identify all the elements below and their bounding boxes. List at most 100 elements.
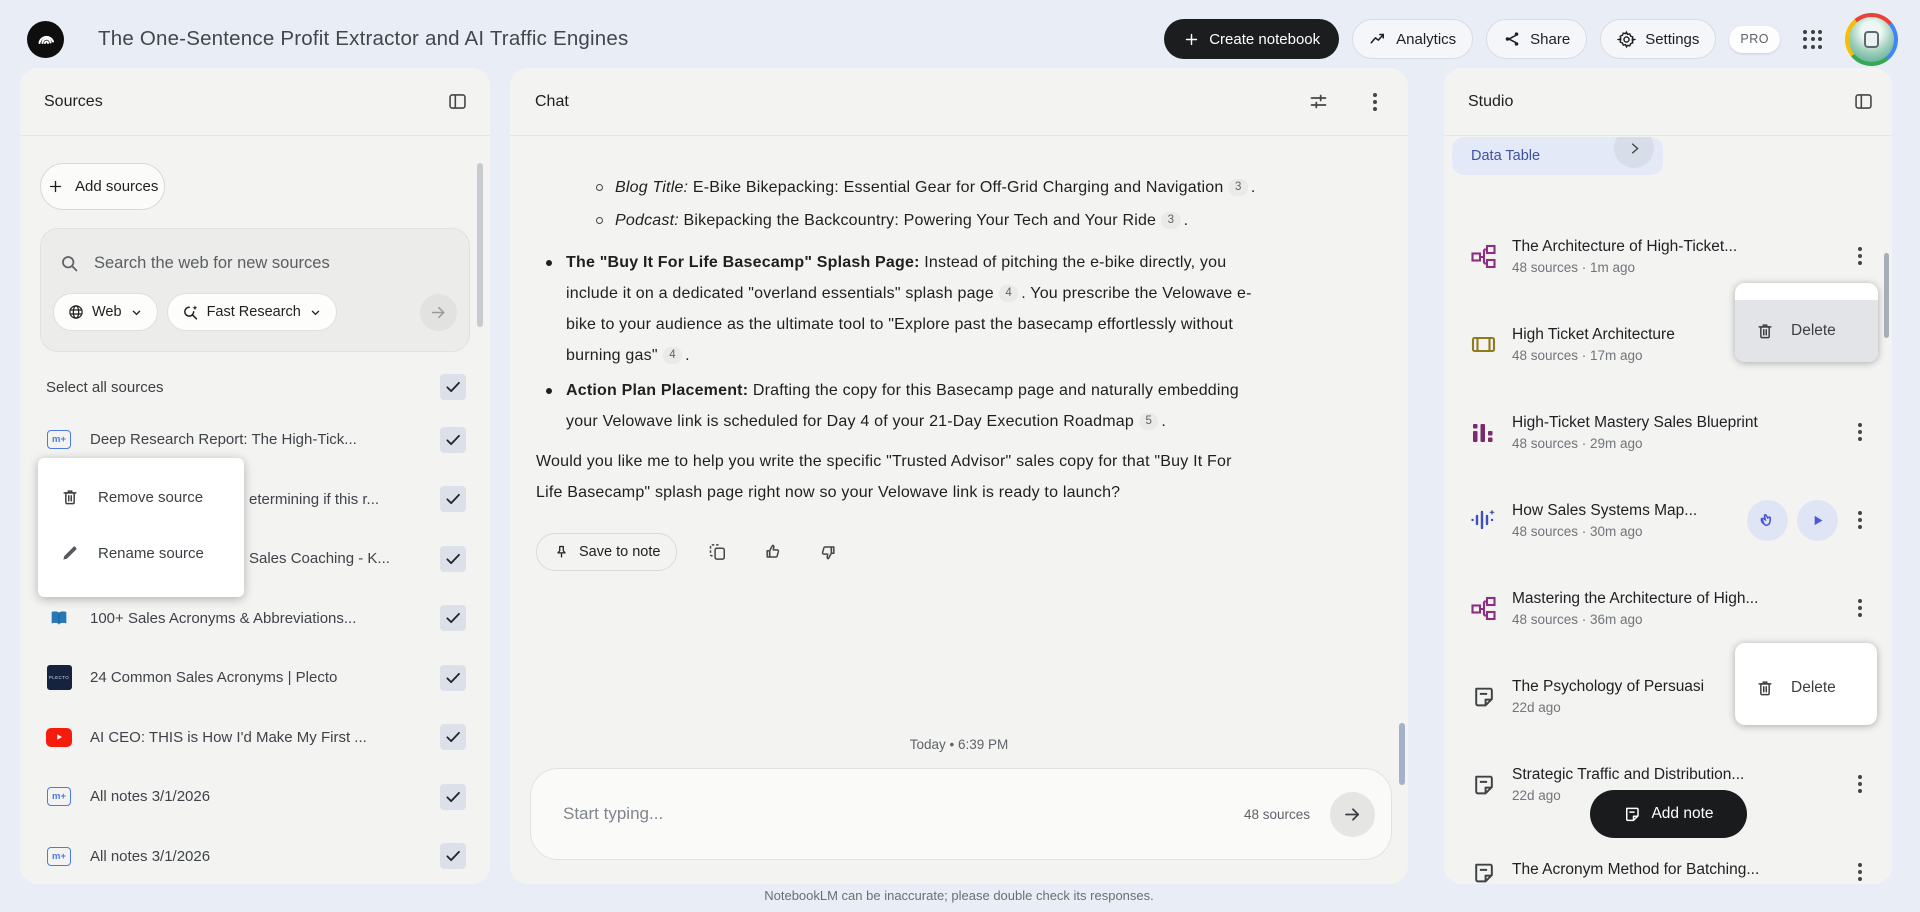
panel-collapse-icon bbox=[447, 91, 468, 112]
interactive-mode-button[interactable] bbox=[1747, 500, 1788, 541]
notes-source-icon: m+ bbox=[46, 847, 72, 866]
share-icon bbox=[1503, 30, 1521, 48]
delete-menu-item[interactable]: Delete bbox=[1735, 300, 1878, 362]
note-icon bbox=[1468, 684, 1498, 709]
send-arrow-icon bbox=[1342, 804, 1363, 825]
panel-collapse-icon bbox=[1853, 91, 1874, 112]
add-sources-button[interactable]: Add sources bbox=[40, 163, 165, 210]
chat-scrollbar-thumb[interactable] bbox=[1399, 723, 1405, 785]
user-avatar[interactable] bbox=[1845, 13, 1898, 66]
studio-scrollbar-thumb[interactable] bbox=[1884, 253, 1889, 338]
studio-item-menu-button[interactable] bbox=[1852, 769, 1868, 799]
citation-chip[interactable]: 5 bbox=[1139, 413, 1158, 430]
chat-panel-title: Chat bbox=[535, 93, 569, 111]
studio-delete-menu: Delete bbox=[1735, 283, 1878, 362]
studio-item-menu-button[interactable] bbox=[1852, 593, 1868, 623]
play-audio-button[interactable] bbox=[1797, 500, 1838, 541]
source-checkbox[interactable] bbox=[440, 784, 466, 810]
send-message-button[interactable] bbox=[1330, 792, 1375, 837]
thumbs-up-button[interactable] bbox=[759, 538, 787, 566]
header-actions: Create notebook Analytics Share Settings… bbox=[1164, 13, 1898, 66]
source-checkbox[interactable] bbox=[440, 724, 466, 750]
chat-settings-button[interactable] bbox=[1304, 87, 1333, 116]
rename-source-menu-item[interactable]: Rename source bbox=[38, 525, 244, 581]
analytics-button[interactable]: Analytics bbox=[1352, 19, 1473, 59]
chat-sub-bullet: Podcast: Bikepacking the Backcountry: Po… bbox=[536, 205, 1256, 236]
submit-search-button[interactable] bbox=[420, 294, 457, 331]
pro-badge: PRO bbox=[1729, 26, 1780, 53]
chat-sub-bullet: Blog Title: E-Bike Bikepacking: Essentia… bbox=[536, 172, 1256, 203]
bar-chart-icon bbox=[1468, 419, 1498, 445]
thumbs-down-icon bbox=[818, 542, 838, 562]
save-to-note-button[interactable]: Save to note bbox=[536, 533, 677, 571]
chevron-right-icon bbox=[1627, 141, 1642, 156]
source-checkbox[interactable] bbox=[440, 843, 466, 869]
audio-waveform-icon bbox=[1468, 506, 1498, 534]
source-row[interactable]: m+ All notes 3/1/2026 bbox=[20, 767, 490, 827]
source-row[interactable]: PLECTO 24 Common Sales Acronyms | Plecto bbox=[20, 648, 490, 708]
apps-grid-icon bbox=[1803, 30, 1822, 49]
studio-item-row[interactable]: High-Ticket Mastery Sales Blueprint48 so… bbox=[1444, 388, 1892, 476]
select-all-checkbox[interactable] bbox=[440, 374, 466, 400]
copy-response-button[interactable] bbox=[704, 538, 732, 566]
chevron-down-icon bbox=[129, 305, 144, 320]
date-divider: Today • 6:39 PM bbox=[510, 737, 1408, 752]
studio-panel-header: Studio bbox=[1444, 68, 1892, 136]
citation-chip[interactable]: 3 bbox=[1228, 179, 1247, 196]
notebook-title[interactable]: The One-Sentence Profit Extractor and AI… bbox=[98, 27, 628, 51]
source-checkbox[interactable] bbox=[440, 427, 466, 453]
sources-count-label: 48 sources bbox=[1244, 807, 1310, 822]
studio-item-menu-button[interactable] bbox=[1852, 505, 1868, 535]
citation-chip[interactable]: 4 bbox=[999, 285, 1018, 302]
source-checkbox[interactable] bbox=[440, 486, 466, 512]
studio-item-row[interactable]: Mastering the Architecture of High...48 … bbox=[1444, 564, 1892, 652]
trash-icon bbox=[60, 487, 80, 507]
add-note-button[interactable]: Add note bbox=[1590, 790, 1747, 838]
remove-source-menu-item[interactable]: Remove source bbox=[38, 469, 244, 525]
studio-item-menu-button[interactable] bbox=[1852, 241, 1868, 271]
sources-scrollbar-thumb[interactable] bbox=[477, 163, 483, 327]
source-row[interactable]: m+ All notes 3/1/2026 bbox=[20, 827, 490, 885]
source-row[interactable]: AI CEO: THIS is How I'd Make My First ..… bbox=[20, 708, 490, 768]
collapse-studio-panel-button[interactable] bbox=[1849, 87, 1878, 116]
search-sources-input[interactable] bbox=[92, 253, 451, 274]
top-header: The One-Sentence Profit Extractor and AI… bbox=[0, 0, 1920, 78]
chat-message-input[interactable] bbox=[561, 803, 1244, 825]
trash-icon bbox=[1755, 678, 1775, 698]
citation-chip[interactable]: 4 bbox=[663, 347, 682, 364]
hollow-bullet-icon bbox=[596, 184, 603, 191]
web-filter-chip[interactable]: Web bbox=[53, 293, 158, 331]
source-checkbox[interactable] bbox=[440, 665, 466, 691]
search-icon bbox=[59, 253, 80, 274]
source-checkbox[interactable] bbox=[440, 605, 466, 631]
settings-button[interactable]: Settings bbox=[1600, 19, 1716, 59]
note-icon bbox=[1468, 772, 1498, 797]
chat-response: Blog Title: E-Bike Bikepacking: Essentia… bbox=[536, 172, 1256, 571]
notebooklm-logo-icon[interactable] bbox=[27, 21, 64, 58]
google-apps-grid-button[interactable] bbox=[1793, 26, 1832, 53]
thumbs-up-icon bbox=[763, 542, 783, 562]
note-icon bbox=[1468, 860, 1498, 885]
citation-chip[interactable]: 3 bbox=[1161, 212, 1180, 229]
chat-more-menu-button[interactable] bbox=[1363, 83, 1387, 121]
studio-item-menu-button[interactable] bbox=[1852, 857, 1868, 884]
collapse-sources-panel-button[interactable] bbox=[443, 87, 472, 116]
studio-panel-title: Studio bbox=[1468, 93, 1513, 111]
plus-icon bbox=[47, 178, 64, 195]
create-notebook-button[interactable]: Create notebook bbox=[1164, 19, 1339, 59]
notes-source-icon: m+ bbox=[46, 430, 72, 449]
chat-panel: Chat Blog Title: E-Bike Bikepacking: Ess… bbox=[510, 68, 1408, 884]
studio-item-menu-button[interactable] bbox=[1852, 417, 1868, 447]
delete-menu-item[interactable]: Delete bbox=[1735, 657, 1877, 719]
pencil-icon bbox=[60, 543, 80, 563]
source-row[interactable]: 100+ Sales Acronyms & Abbreviations... bbox=[20, 589, 490, 649]
studio-item-row[interactable]: How Sales Systems Map...48 sources · 30m… bbox=[1444, 476, 1892, 564]
share-button[interactable]: Share bbox=[1486, 19, 1587, 59]
thumbs-down-button[interactable] bbox=[814, 538, 842, 566]
research-mode-chip[interactable]: Fast Research bbox=[167, 293, 337, 331]
mind-map-icon bbox=[1468, 243, 1498, 270]
robot-avatar-image bbox=[1864, 31, 1879, 48]
select-all-row: Select all sources bbox=[46, 374, 466, 400]
bullet-icon bbox=[546, 260, 552, 266]
source-checkbox[interactable] bbox=[440, 546, 466, 572]
